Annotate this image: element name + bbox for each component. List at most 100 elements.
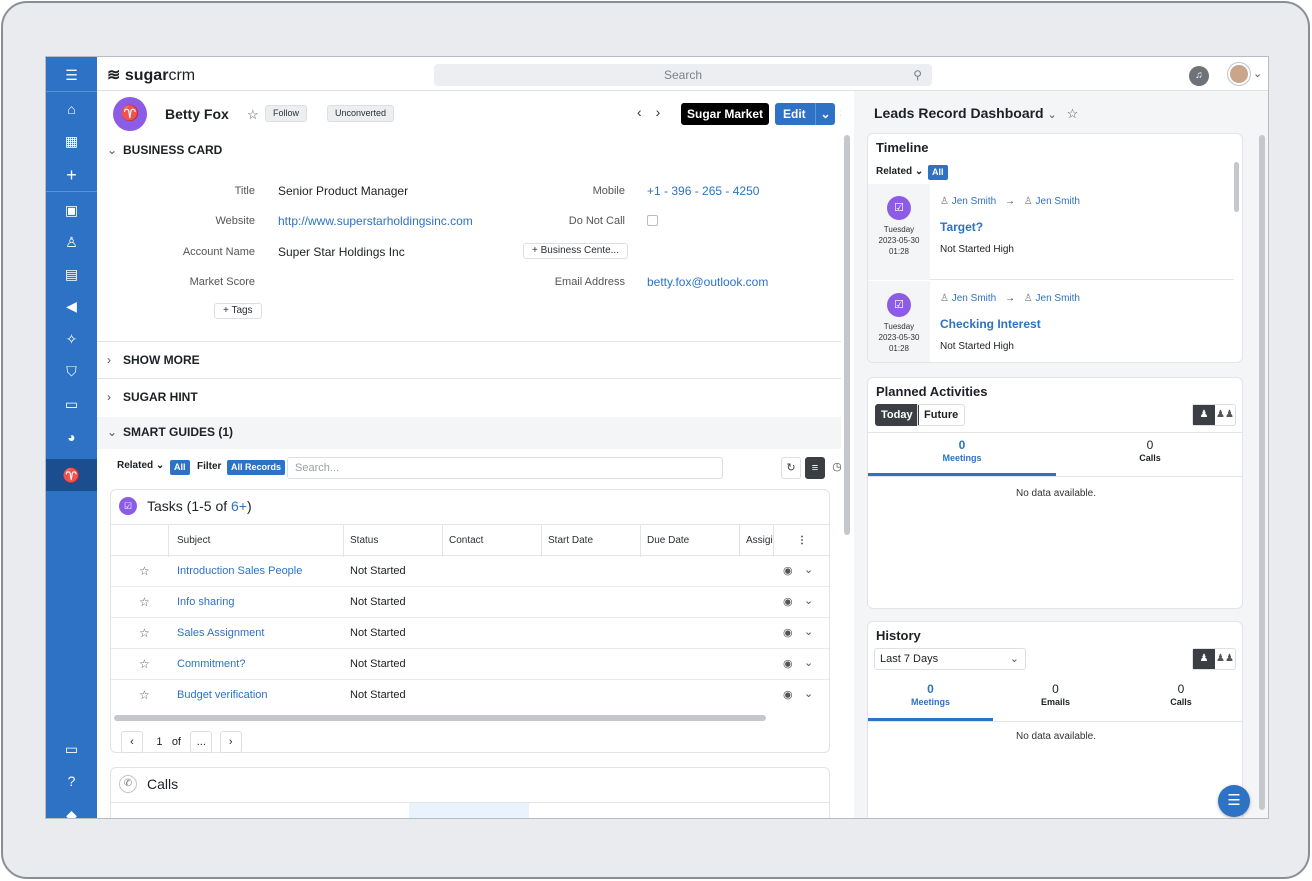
planned-meetings-tab[interactable]: 0 Meetings [868,438,1056,463]
title-value[interactable]: Senior Product Manager [278,184,408,198]
calendar-icon[interactable]: ▦ [46,125,97,157]
document-icon[interactable]: ▭ [46,388,97,420]
contact-icon[interactable]: ♙ [46,226,97,258]
planned-calls-tab[interactable]: 0 Calls [1056,438,1242,463]
collapse-dashboard-icon[interactable]: » [840,104,841,120]
shield-icon[interactable]: ⛉ [46,355,97,387]
email-link[interactable]: betty.fox@outlook.com [647,275,768,289]
favorite-star-icon[interactable]: ☆ [139,657,150,671]
clipboard-icon[interactable]: ▤ [46,258,97,290]
user-team-toggle[interactable]: ♟ ♟♟ [1192,648,1236,670]
megaphone-icon[interactable]: ◀ [46,290,97,322]
user-link[interactable]: Jen Smith [1036,196,1080,207]
history-calls-tab[interactable]: 0 Calls [1118,682,1242,707]
chevron-right-icon[interactable]: › [656,104,675,120]
horizontal-scrollbar[interactable] [114,715,766,721]
subpanel-search-input[interactable]: Search... [287,457,723,479]
business-center-button[interactable]: + Business Cente... [523,243,628,259]
favorite-star-icon[interactable]: ☆ [139,688,150,702]
favorite-star-icon[interactable]: ☆ [247,107,259,123]
chevron-down-icon[interactable]: ⌄ [804,656,813,669]
layers-icon[interactable]: ◆ [46,799,97,819]
page-count-button[interactable]: ... [190,731,213,753]
column-due-date[interactable]: Due Date [647,535,689,546]
preview-eye-icon[interactable]: ◉ [783,595,793,608]
task-subject-link[interactable]: Sales Assignment [177,627,264,639]
table-row[interactable]: ☆ Commitment? Not Started ◉ ⌄ [111,649,829,680]
history-emails-tab[interactable]: 0 Emails [993,682,1118,707]
notification-bell-icon[interactable]: ♫ [1189,66,1209,86]
task-subject-link[interactable]: Introduction Sales People [177,565,302,577]
history-meetings-tab[interactable]: 0 Meetings [868,682,993,707]
user-link[interactable]: Jen Smith [952,293,996,304]
plus-icon[interactable]: + [46,159,97,191]
user-team-toggle[interactable]: ♟ ♟♟ [1192,404,1236,426]
user-link[interactable]: Jen Smith [1036,293,1080,304]
avatar[interactable] [1228,63,1250,85]
today-tab[interactable]: Today [875,404,919,426]
chevron-down-icon[interactable]: ⌄ [804,563,813,576]
timeline-item[interactable]: ☑ Tuesday 2023-05-30 01:28 ♙ Jen Smith →… [868,184,1234,280]
chevron-down-icon[interactable]: ⌄ [1253,67,1262,80]
leads-icon[interactable]: ♈ [46,459,97,491]
favorite-star-icon[interactable]: ☆ [139,626,150,640]
chevron-down-icon[interactable]: ⌄ [1048,109,1057,121]
list-view-icon[interactable]: ≡ [805,457,825,479]
record-nav-arrows[interactable]: ‹› [637,104,674,120]
clock-icon[interactable]: ◷ [827,457,841,479]
prev-page-button[interactable]: ‹ [121,731,143,753]
column-subject[interactable]: Subject [177,535,210,546]
all-tag[interactable]: All [170,460,190,475]
sugar-market-button[interactable]: Sugar Market [681,103,770,125]
table-row[interactable]: ☆ Budget verification Not Started ◉ ⌄ [111,680,829,711]
follow-button[interactable]: Follow [265,105,308,122]
website-link[interactable]: http://www.superstarholdingsinc.com [278,214,473,228]
column-status[interactable]: Status [350,535,378,546]
help-icon[interactable]: ? [46,765,97,797]
chevron-down-icon[interactable]: ⌄ [815,103,835,125]
column-contact[interactable]: Contact [449,535,483,546]
building-icon[interactable]: ▣ [46,194,97,226]
floating-menu-button[interactable]: ☰ [1218,785,1250,817]
section-show-more[interactable]: › SHOW MORE [97,353,841,367]
team-icon[interactable]: ♟♟ [1215,649,1235,669]
table-row[interactable]: ☆ Info sharing Not Started ◉ ⌄ [111,587,829,618]
global-search-input[interactable]: Search ⚲ [434,64,932,86]
vertical-scrollbar[interactable] [844,135,850,535]
favorite-star-icon[interactable]: ☆ [139,595,150,609]
section-sugar-hint[interactable]: › SUGAR HINT [97,390,841,404]
task-subject-link[interactable]: Budget verification [177,689,268,701]
add-tags-button[interactable]: + Tags [214,303,262,319]
favorite-star-icon[interactable]: ☆ [1067,106,1079,121]
document-icon[interactable]: ▭ [46,733,97,765]
timeline-item[interactable]: ☑ Tuesday 2023-05-30 01:28 ♙ Jen Smith →… [868,281,1234,362]
column-menu-icon[interactable]: ⋮ [797,535,807,546]
timeline-related-dropdown[interactable]: Related ⌄ [876,166,923,177]
all-records-tag[interactable]: All Records [227,460,286,475]
next-page-button[interactable]: › [219,731,242,753]
home-icon[interactable]: ⌂ [46,93,97,125]
timeline-item-title[interactable]: Target? [940,220,983,234]
sugarcrm-logo[interactable]: ≋ sugarcrm [107,65,195,85]
edit-button[interactable]: Edit ⌄ [775,103,835,125]
section-business-card[interactable]: ⌄ BUSINESS CARD [97,143,841,157]
tasks-count-link[interactable]: 6+ [231,498,247,514]
do-not-call-checkbox[interactable] [647,215,658,226]
chevron-down-icon[interactable]: ⌄ [804,687,813,700]
opportunity-icon[interactable]: ✧ [46,323,97,355]
preview-eye-icon[interactable]: ◉ [783,688,793,701]
mobile-link[interactable]: +1 - 396 - 265 - 4250 [647,184,759,198]
history-range-select[interactable]: Last 7 Days ⌄ [874,648,1026,670]
refresh-icon[interactable]: ↻ [781,457,801,479]
dashboard-title[interactable]: Leads Record Dashboard ⌄ ☆ [874,105,1078,122]
section-smart-guides[interactable]: ⌄ SMART GUIDES (1) [97,425,841,439]
preview-eye-icon[interactable]: ◉ [783,657,793,670]
user-icon[interactable]: ♟ [1193,405,1215,425]
column-start-date[interactable]: Start Date [548,535,593,546]
chevron-down-icon[interactable]: ⌄ [804,625,813,638]
task-subject-link[interactable]: Info sharing [177,596,234,608]
related-dropdown[interactable]: Related ⌄ [117,460,164,471]
column-assigned[interactable]: Assigi [746,535,773,546]
preview-eye-icon[interactable]: ◉ [783,626,793,639]
table-row[interactable]: ☆ Introduction Sales People Not Started … [111,556,829,587]
